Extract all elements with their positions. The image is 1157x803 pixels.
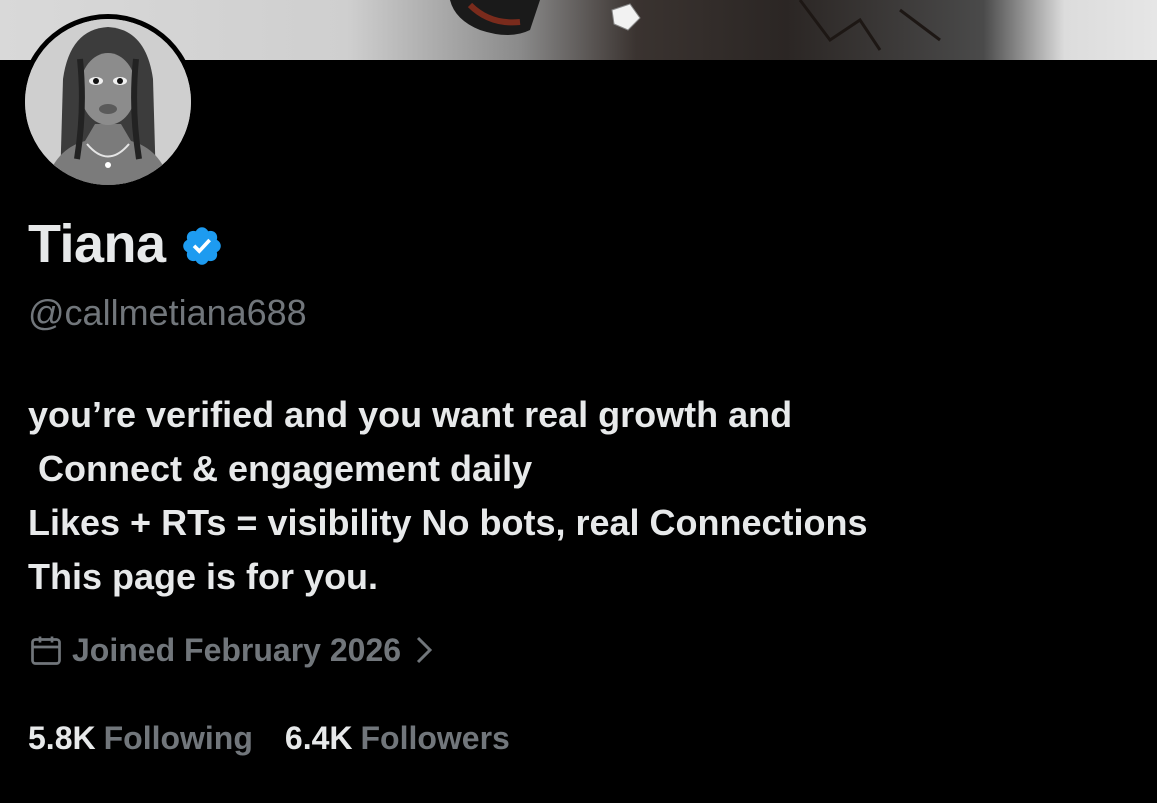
bio-line: you’re verified and you want real growth… [28,394,793,435]
bio-line: This page is for you. [28,556,379,597]
display-name: Tiana [28,214,166,274]
display-name-row: Tiana [28,212,224,276]
bio-line: Likes + RTs = visibility No bots, real C… [28,502,868,543]
followers-link[interactable]: 6.4K Followers [285,720,510,757]
bio-line: Connect & engagement daily [28,448,533,489]
joined-date-row[interactable]: Joined February 2026 [28,628,443,672]
verified-badge-icon[interactable] [180,224,224,268]
profile-bio: you’re verified and you want real growth… [28,388,1128,604]
avatar-illustration-icon [25,19,191,185]
follow-stats-row: 5.8K Following 6.4K Followers [28,716,542,760]
chevron-right-icon [416,636,433,664]
following-label: Following [103,719,253,756]
calendar-icon [31,636,61,665]
profile-handle: @callmetiana688 [28,292,307,333]
following-link[interactable]: 5.8K Following [28,720,253,757]
following-count: 5.8K [28,719,96,756]
joined-date-text: Joined February 2026 [72,631,402,668]
followers-label: Followers [360,719,510,756]
profile-page: Tiana @callmetiana688 you’re verified an… [0,0,1157,803]
profile-avatar[interactable] [20,14,196,190]
followers-count: 6.4K [284,719,353,756]
